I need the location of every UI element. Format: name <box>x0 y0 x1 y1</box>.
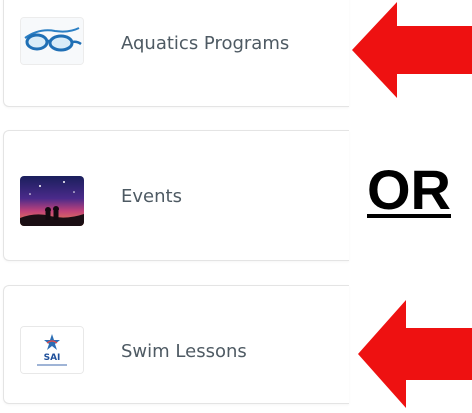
or-annotation: OR <box>367 158 451 221</box>
svg-text:SAI: SAI <box>44 353 61 363</box>
card-events[interactable]: Events <box>3 130 349 261</box>
card-label: Events <box>121 186 182 207</box>
events-photo <box>20 176 84 226</box>
card-label: Swim Lessons <box>121 341 247 362</box>
red-arrow-icon <box>352 2 472 98</box>
card-swim-lessons[interactable]: SAI Swim Lessons <box>3 285 349 404</box>
swim-goggles-icon <box>20 17 84 65</box>
red-arrow-icon <box>358 300 472 408</box>
card-label: Aquatics Programs <box>121 33 290 54</box>
sai-logo: SAI <box>20 326 84 374</box>
card-aquatics-programs[interactable]: Aquatics Programs <box>3 0 349 107</box>
